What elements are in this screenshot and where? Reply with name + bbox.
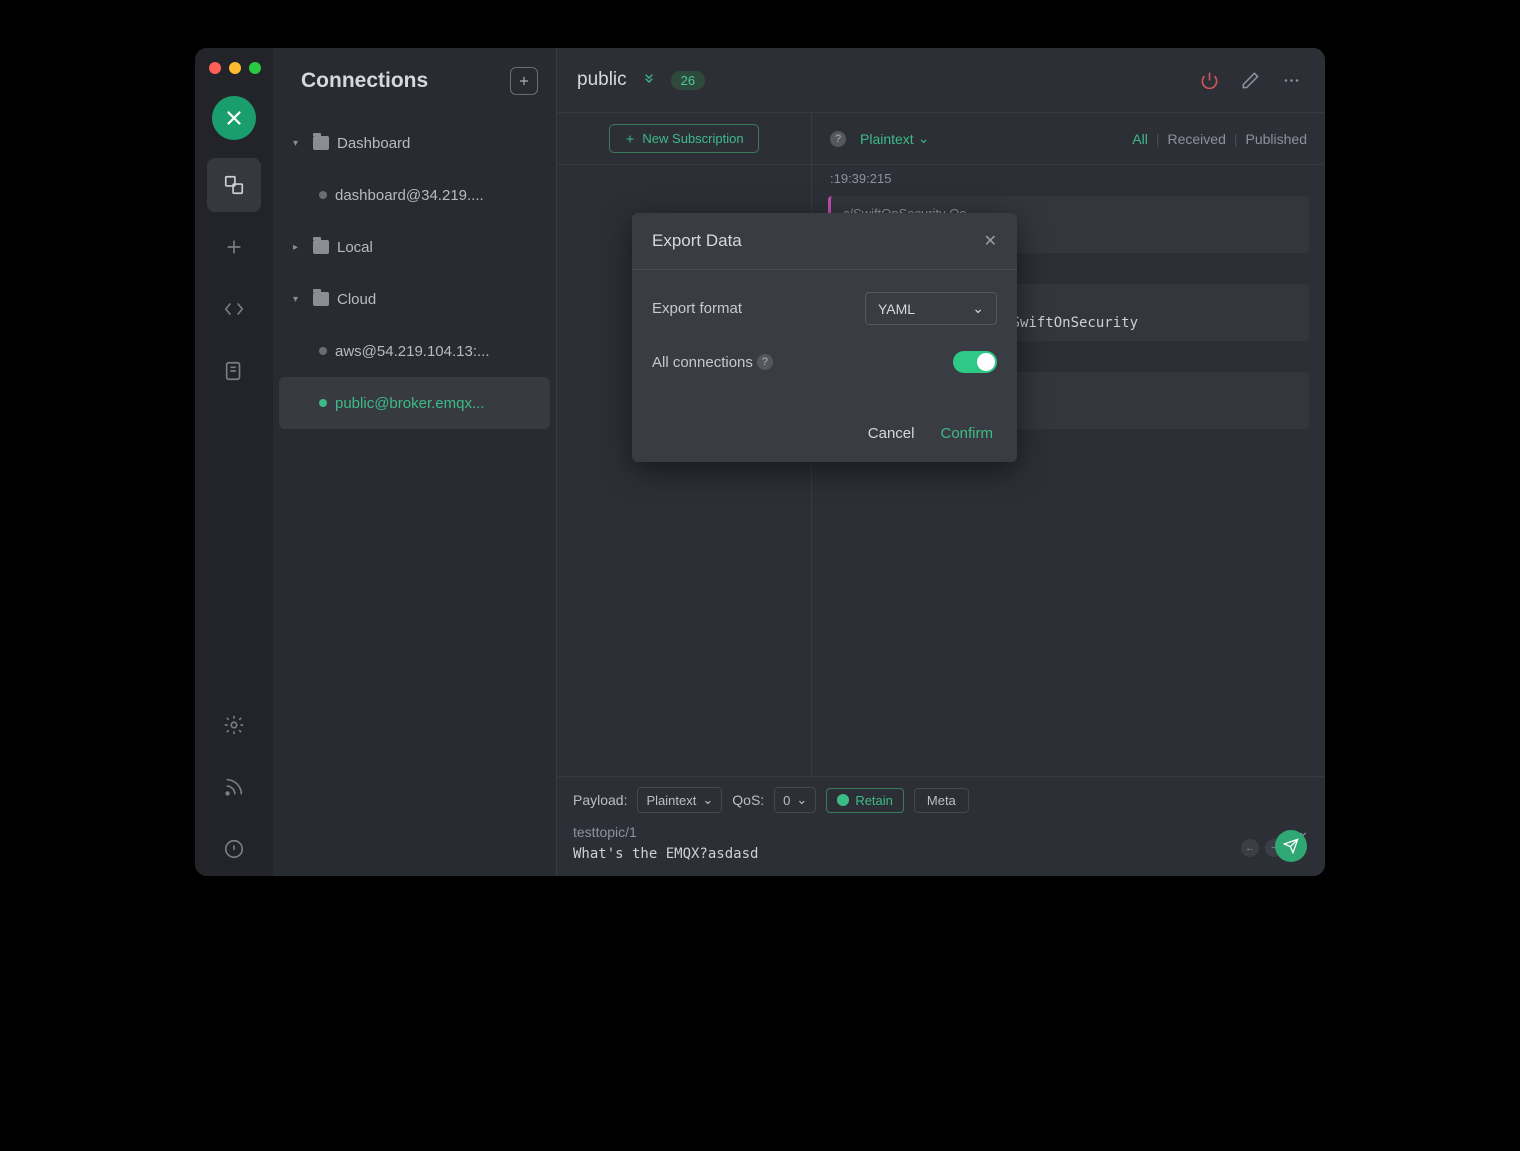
tree-folder-dashboard[interactable]: ▾ Dashboard <box>273 117 556 169</box>
add-connection-button[interactable] <box>510 67 538 95</box>
filter-all[interactable]: All <box>1132 131 1148 147</box>
nav-connections-icon[interactable] <box>207 158 261 212</box>
chevron-down-icon: ⌄ <box>702 792 713 808</box>
payload-format-select[interactable]: Plaintext⌄ <box>637 787 722 813</box>
export-data-modal: Export Data ✕ Export format YAML ⌄ All c… <box>632 213 1017 462</box>
meta-button[interactable]: Meta <box>914 788 969 813</box>
tree-connection-item[interactable]: public@broker.emqx... <box>279 377 550 429</box>
payload-label: Payload: <box>573 792 627 808</box>
caret-down-icon: ▾ <box>293 138 305 149</box>
send-button[interactable] <box>1275 830 1307 862</box>
nav-help-icon[interactable] <box>207 822 261 876</box>
tree-connection-item[interactable]: aws@54.219.104.13:... <box>273 325 556 377</box>
folder-label: Cloud <box>337 291 376 308</box>
history-prev-icon[interactable]: ← <box>1241 839 1259 857</box>
composer: Payload: Plaintext⌄ QoS: 0⌄ Retain Meta … <box>557 776 1325 876</box>
folder-icon <box>313 136 329 150</box>
tree-folder-cloud[interactable]: ▾ Cloud <box>273 273 556 325</box>
minimize-window-icon[interactable] <box>229 62 241 74</box>
qos-label: QoS: <box>732 792 764 808</box>
nav-log-icon[interactable] <box>207 344 261 398</box>
close-window-icon[interactable] <box>209 62 221 74</box>
connection-label: public@broker.emqx... <box>335 395 484 412</box>
retain-toggle[interactable]: Retain <box>826 788 904 813</box>
nav-rail <box>195 48 273 876</box>
sidebar-title: Connections <box>301 69 428 93</box>
subbar: New Subscription ? Plaintext ⌄ All | Rec… <box>557 113 1325 165</box>
edit-button[interactable] <box>1237 67 1264 94</box>
nav-settings-icon[interactable] <box>207 698 261 752</box>
more-menu-button[interactable] <box>1278 67 1305 94</box>
modal-title: Export Data <box>652 231 742 251</box>
connection-name: public <box>577 69 627 91</box>
new-subscription-label: New Subscription <box>642 131 743 146</box>
all-connections-label: All connections ? <box>652 354 773 371</box>
close-icon[interactable]: ✕ <box>984 231 997 251</box>
confirm-button[interactable]: Confirm <box>940 425 993 442</box>
nav-scripts-icon[interactable] <box>207 282 261 336</box>
folder-icon <box>313 292 329 306</box>
connection-label: aws@54.219.104.13:... <box>335 343 490 360</box>
app-window: Connections ▾ Dashboard dashboard@34.219… <box>195 48 1325 876</box>
export-format-select[interactable]: YAML ⌄ <box>865 292 997 325</box>
app-logo-icon <box>212 96 256 140</box>
window-controls <box>209 62 261 74</box>
disconnect-button[interactable] <box>1196 67 1223 94</box>
filter-received[interactable]: Received <box>1167 131 1225 147</box>
main-panel: public 26 New Subscription <box>557 48 1325 876</box>
chevron-down-icon: ⌄ <box>796 792 807 808</box>
maximize-window-icon[interactable] <box>249 62 261 74</box>
folder-label: Local <box>337 239 373 256</box>
status-dot-icon <box>319 347 327 355</box>
chevrons-down-icon[interactable] <box>641 70 657 91</box>
cancel-button[interactable]: Cancel <box>868 425 915 442</box>
topbar: public 26 <box>557 48 1325 113</box>
message-timestamp: :19:39:215 <box>830 171 1307 186</box>
caret-down-icon: ▾ <box>293 294 305 305</box>
connection-label: dashboard@34.219.... <box>335 187 484 204</box>
connection-tree: ▾ Dashboard dashboard@34.219.... ▸ Local… <box>273 113 556 433</box>
folder-label: Dashboard <box>337 135 410 152</box>
folder-icon <box>313 240 329 254</box>
tree-folder-local[interactable]: ▸ Local <box>273 221 556 273</box>
help-icon[interactable]: ? <box>757 354 773 370</box>
qos-select[interactable]: 0⌄ <box>774 787 816 813</box>
chevron-down-icon: ⌄ <box>918 130 930 147</box>
nav-feed-icon[interactable] <box>207 760 261 814</box>
topic-input[interactable]: testtopic/1 <box>573 824 637 840</box>
filter-published[interactable]: Published <box>1246 131 1308 147</box>
message-count-badge: 26 <box>671 71 705 90</box>
check-icon <box>837 794 849 806</box>
payload-input[interactable]: What's the EMQX?asdasd <box>573 846 1309 862</box>
status-dot-icon <box>319 399 327 407</box>
help-icon[interactable]: ? <box>830 131 846 147</box>
received-format-select[interactable]: Plaintext ⌄ <box>860 130 929 147</box>
nav-new-icon[interactable] <box>207 220 261 274</box>
chevron-down-icon: ⌄ <box>972 300 984 317</box>
divider: | <box>1234 131 1238 147</box>
all-connections-toggle[interactable] <box>953 351 997 373</box>
export-format-label: Export format <box>652 300 742 317</box>
caret-right-icon: ▸ <box>293 242 305 253</box>
format-label: Plaintext <box>860 131 914 147</box>
tree-connection-item[interactable]: dashboard@34.219.... <box>273 169 556 221</box>
divider: | <box>1156 131 1160 147</box>
sidebar: Connections ▾ Dashboard dashboard@34.219… <box>273 48 557 876</box>
status-dot-icon <box>319 191 327 199</box>
new-subscription-button[interactable]: New Subscription <box>609 124 758 153</box>
